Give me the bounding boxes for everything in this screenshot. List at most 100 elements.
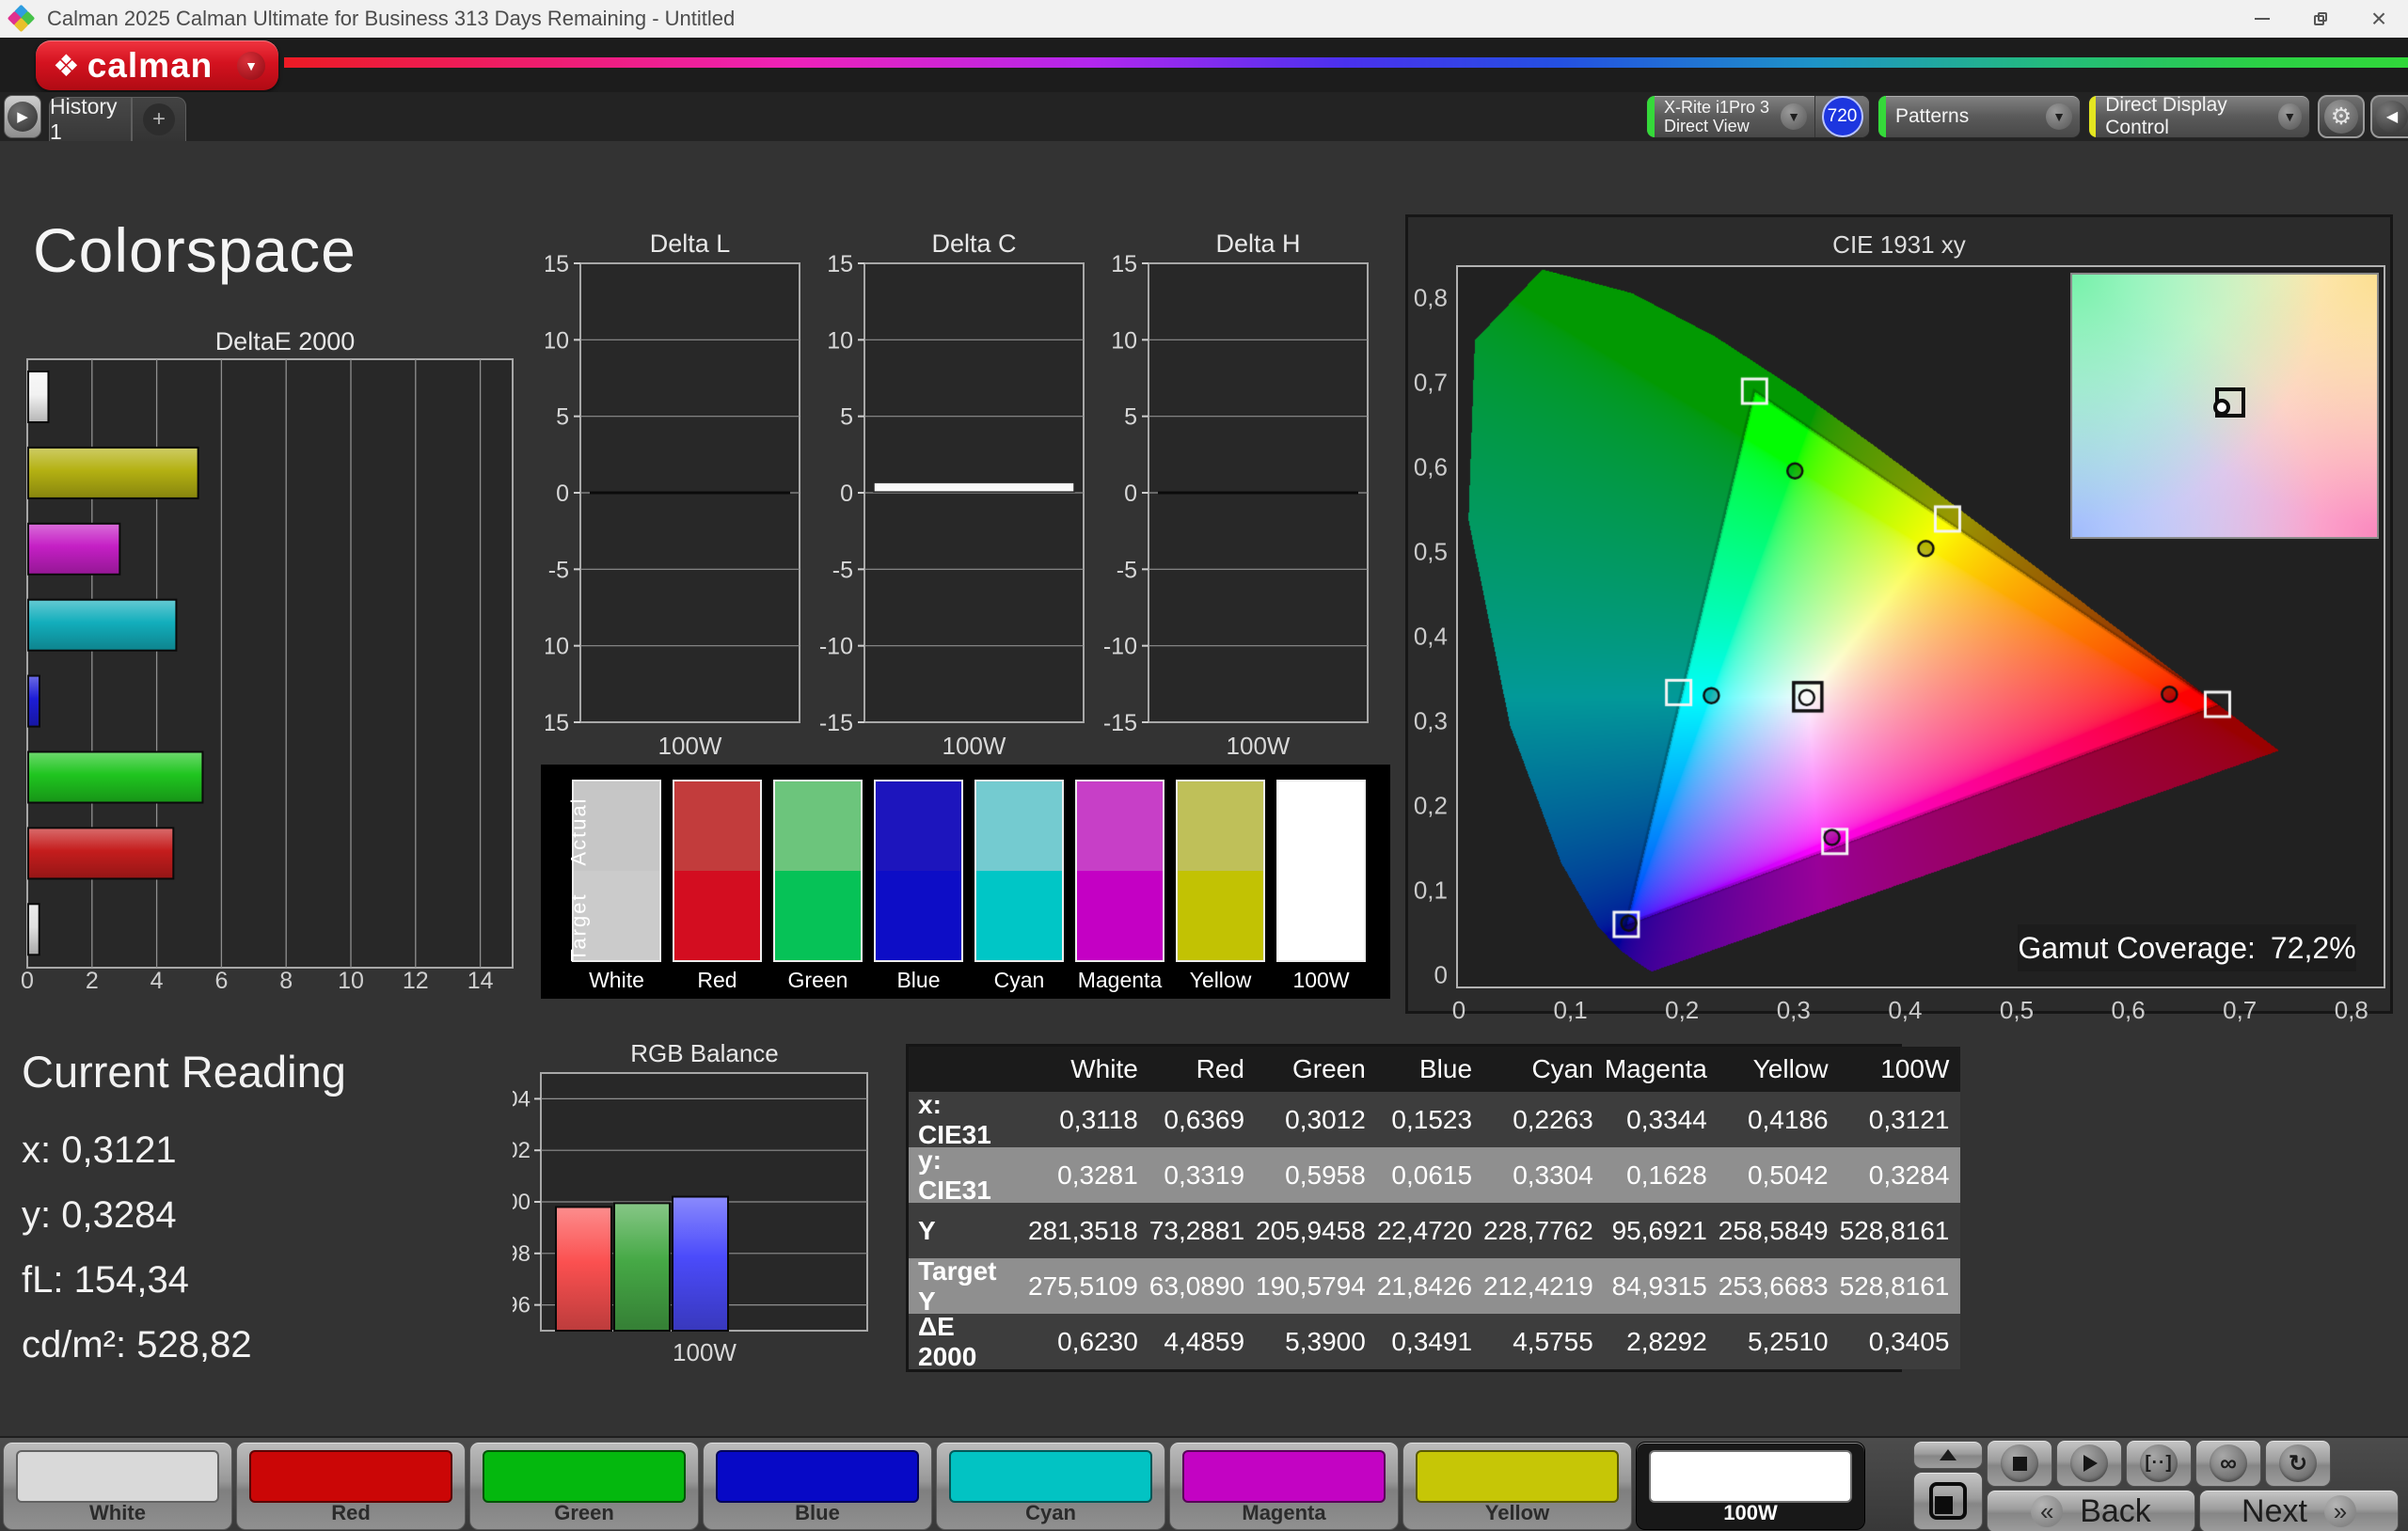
table-header-100W: 100W	[1840, 1047, 1961, 1092]
pattern-button-label: Green	[470, 1501, 698, 1525]
transport-play-button[interactable]	[2056, 1440, 2122, 1487]
expand-workflow-button[interactable]: ▶	[4, 95, 41, 138]
table-cell: 0,3121	[1840, 1092, 1961, 1147]
chevron-down-icon: ▼	[2278, 103, 2302, 130]
pattern-button-label: Yellow	[1403, 1501, 1631, 1525]
pattern-button-yellow[interactable]: Yellow	[1402, 1442, 1632, 1530]
svg-text:100W: 100W	[658, 732, 722, 760]
cie-x-tick: 0,7	[2223, 996, 2257, 1025]
pattern-color-swatch	[716, 1450, 919, 1503]
table-cell: 281,3518	[1028, 1203, 1149, 1258]
current-reading-title: Current Reading	[22, 1046, 346, 1097]
table-cell: 0,3319	[1149, 1147, 1256, 1203]
svg-text:-15: -15	[1103, 710, 1137, 736]
meter-dropdown[interactable]: X-Rite i1Pro 3 Direct View ▼ 720	[1646, 95, 1870, 138]
pattern-button-magenta[interactable]: Magenta	[1169, 1442, 1399, 1530]
transport-loop-button[interactable]: ∞	[2195, 1440, 2261, 1487]
patterns-dropdown[interactable]: Patterns ▼	[1877, 95, 2081, 138]
calman-diamond-icon: ❖	[53, 48, 80, 84]
svg-text:Delta L: Delta L	[650, 229, 731, 258]
swatch-column-yellow: Yellow	[1176, 780, 1265, 999]
svg-text:0: 0	[556, 481, 569, 507]
cie-y-tick: 0,4	[1414, 623, 1448, 652]
close-button[interactable]: ×	[2350, 0, 2408, 38]
current-reading-panel: Current Reading x: 0,3121y: 0,3284fL: 15…	[22, 1046, 346, 1389]
pattern-button-green[interactable]: Green	[469, 1442, 699, 1530]
meter-badge-cell[interactable]: 720	[1814, 96, 1869, 137]
refresh-icon: ↻	[2279, 1444, 2317, 1482]
target-color	[1077, 871, 1163, 960]
triangle-up-icon	[1940, 1449, 1956, 1460]
swatch-label: Magenta	[1075, 968, 1164, 993]
rgb-balance-chart: RGB Balance1041021009896100W	[513, 1037, 893, 1380]
svg-text:2: 2	[86, 968, 99, 989]
table-header-Green: Green	[1256, 1047, 1377, 1092]
pattern-button-red[interactable]: Red	[236, 1442, 466, 1530]
svg-text:-5: -5	[1117, 557, 1137, 583]
cie-x-tick: 0,3	[1777, 996, 1811, 1025]
collapse-panel-button[interactable]: ◀	[2370, 95, 2408, 138]
cie-x-tick: 0	[1452, 996, 1465, 1025]
meter-name: X-Rite i1Pro 3	[1664, 98, 1769, 117]
cie-x-tick: 0,4	[1888, 996, 1922, 1025]
pattern-button-label: White	[4, 1501, 231, 1525]
tab-history-1[interactable]: History 1	[49, 97, 132, 141]
pattern-button-white[interactable]: White	[3, 1442, 232, 1530]
cie-chart-title: CIE 1931 xy	[1408, 230, 2390, 260]
svg-text:RGB Balance: RGB Balance	[630, 1039, 779, 1067]
delta-e-bar-cyan	[28, 600, 176, 651]
table-cell: 21,8426	[1377, 1258, 1483, 1314]
svg-text:15: 15	[1111, 251, 1137, 277]
cie-x-tick: 0,8	[2335, 996, 2368, 1025]
table-cell: 0,5958	[1256, 1147, 1377, 1203]
meter-mode: Direct View	[1664, 117, 1769, 135]
patterns-label: Patterns	[1895, 105, 1969, 128]
transport-refresh-button[interactable]: ↻	[2265, 1440, 2331, 1487]
svg-text:0: 0	[21, 968, 34, 989]
next-label: Next	[2242, 1493, 2307, 1530]
table-cell: 0,1628	[1605, 1147, 1719, 1203]
minimize-button[interactable]	[2233, 0, 2291, 38]
pattern-button-blue[interactable]: Blue	[703, 1442, 932, 1530]
pattern-button-cyan[interactable]: Cyan	[936, 1442, 1165, 1530]
chevron-down-icon: ▼	[2046, 103, 2072, 130]
pattern-window-button[interactable]	[1913, 1472, 1983, 1530]
actual-color	[1077, 781, 1163, 871]
pattern-button-label: 100W	[1637, 1501, 1864, 1525]
pattern-color-swatch	[16, 1450, 219, 1503]
display-control-dropdown[interactable]: Direct Display Control ▼	[2088, 95, 2310, 138]
svg-text:104: 104	[513, 1086, 531, 1112]
svg-text:Delta H: Delta H	[1215, 229, 1300, 258]
minimize-icon	[2255, 18, 2270, 20]
swatch-column-magenta: Magenta	[1075, 780, 1164, 999]
swatch-column-100w: 100W	[1276, 780, 1366, 999]
cie-y-tick: 0	[1434, 961, 1448, 990]
svg-text:5: 5	[556, 404, 569, 431]
close-icon: ×	[2371, 6, 2386, 32]
swatch-column-red: Red	[673, 780, 762, 999]
delta-lch-charts: Delta L151050-5-10-15100WDelta C151050-5…	[546, 226, 1392, 773]
target-color	[674, 871, 760, 960]
target-color	[976, 871, 1062, 960]
chevron-left-icon: ◀	[2376, 101, 2408, 133]
table-cell: 0,3118	[1028, 1092, 1149, 1147]
next-button[interactable]: Next »	[2199, 1490, 2399, 1531]
cie-y-tick: 0,7	[1414, 369, 1448, 398]
svg-text:100W: 100W	[1227, 732, 1291, 760]
loop-icon: ∞	[2210, 1444, 2247, 1482]
transport-stop-button[interactable]	[1987, 1440, 2052, 1487]
transport-range-button[interactable]: [··]	[2126, 1440, 2192, 1487]
add-tab-button[interactable]: +	[132, 97, 186, 141]
target-color	[775, 871, 861, 960]
table-cell: 0,4186	[1719, 1092, 1840, 1147]
settings-button[interactable]: ⚙	[2318, 95, 2365, 138]
svg-text:12: 12	[403, 968, 429, 989]
pattern-button-100w[interactable]: 100W	[1636, 1442, 1865, 1530]
table-cell: 0,6230	[1028, 1314, 1149, 1369]
swatch-label: Blue	[874, 968, 963, 993]
table-header-Blue: Blue	[1377, 1047, 1483, 1092]
calman-menu-button[interactable]: ❖ calman ▼	[36, 40, 278, 90]
back-button[interactable]: « Back	[1987, 1490, 2195, 1531]
collapse-pattern-bar-button[interactable]	[1913, 1441, 1983, 1469]
restore-button[interactable]	[2291, 0, 2350, 38]
